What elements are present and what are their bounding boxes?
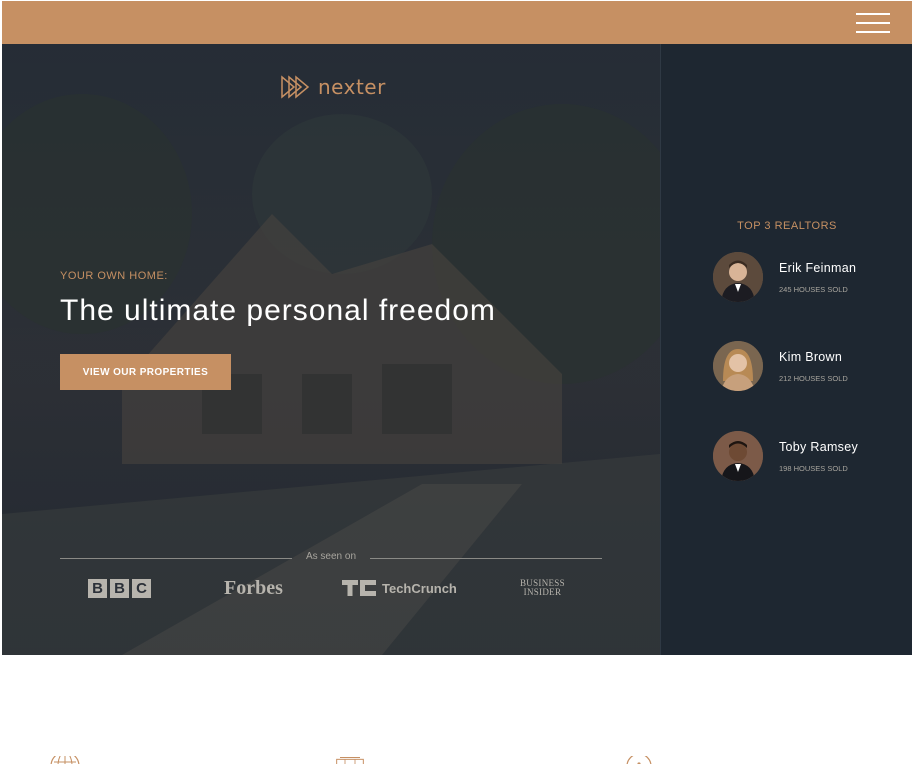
top-navigation-bar <box>2 1 912 44</box>
bbc-letter: B <box>88 578 107 598</box>
techcrunch-mark-icon <box>342 580 376 596</box>
business-insider-line: INSIDER <box>523 587 562 597</box>
divider-line <box>60 558 292 559</box>
hamburger-menu-icon[interactable] <box>856 12 890 34</box>
realtor-name: Erik Feinman <box>779 261 857 275</box>
as-seen-on-label: As seen on <box>305 551 357 562</box>
menu-line <box>856 22 890 24</box>
bbc-logo: B B C <box>88 574 154 602</box>
nexter-logo[interactable]: nexter <box>280 72 386 102</box>
logo-text: nexter <box>318 75 386 99</box>
realtor-name: Kim Brown <box>779 350 843 364</box>
realtor-sales: 212 HOUSES SOLD <box>779 374 848 383</box>
menu-line <box>856 31 890 33</box>
menu-line <box>856 13 890 15</box>
as-seen-on-divider: As seen on <box>60 550 602 566</box>
globe-icon <box>50 756 80 764</box>
building-icon <box>336 757 364 764</box>
realtor-card[interactable]: Kim Brown 212 HOUSES SOLD <box>713 341 903 393</box>
forbes-logo: Forbes <box>224 576 283 599</box>
hero-section: nexter YOUR OWN HOME: The ultimate perso… <box>2 44 660 655</box>
realtor-card[interactable]: Erik Feinman 245 HOUSES SOLD <box>713 252 903 304</box>
realtor-name: Toby Ramsey <box>779 440 859 454</box>
location-icon <box>626 756 652 764</box>
realtors-sidebar: TOP 3 REALTORS Erik Feinman 245 HOUSES S… <box>660 44 912 655</box>
divider-line <box>370 558 602 559</box>
hero-headline: The ultimate personal freedom <box>60 294 496 327</box>
realtor-card[interactable]: Toby Ramsey 198 HOUSES SOLD <box>713 431 903 483</box>
logo-play-icon <box>281 75 310 99</box>
avatar <box>713 431 763 481</box>
hero-eyebrow: YOUR OWN HOME: <box>60 270 168 282</box>
sidebar-title: TOP 3 REALTORS <box>737 220 837 232</box>
bbc-letter: C <box>132 578 151 598</box>
techcrunch-logo: TechCrunch <box>342 574 457 602</box>
bbc-letter: B <box>110 578 129 598</box>
avatar <box>713 341 763 391</box>
realtor-sales: 245 HOUSES SOLD <box>779 285 848 294</box>
avatar <box>713 252 763 302</box>
business-insider-logo: BUSINESS INSIDER <box>520 574 565 602</box>
features-section <box>2 655 912 764</box>
techcrunch-text: TechCrunch <box>382 580 457 596</box>
realtor-sales: 198 HOUSES SOLD <box>779 464 848 473</box>
view-properties-button[interactable]: VIEW OUR PROPERTIES <box>60 354 231 390</box>
